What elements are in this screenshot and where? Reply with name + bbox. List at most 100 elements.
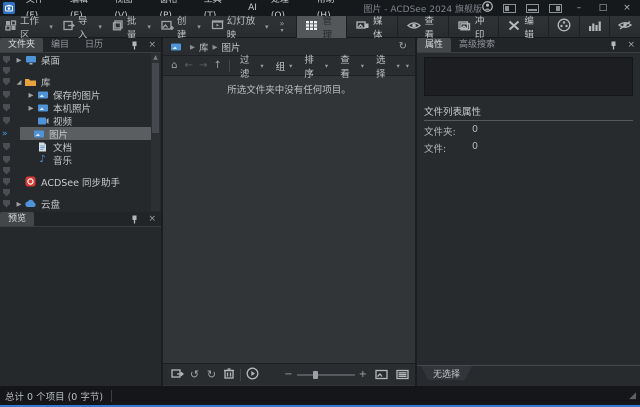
tab-edit-label: 编辑 [524,13,539,41]
expander-icon[interactable]: ◢ [14,78,24,86]
pin-icon[interactable] [605,38,622,52]
expander-icon[interactable]: ▶ [26,91,36,99]
import-button[interactable]: 导入 ▾ [58,16,107,38]
minimize-button[interactable]: – [572,3,586,13]
scroll-up-icon[interactable]: ▲ [151,53,160,62]
breadcrumb-library[interactable]: 库 [199,40,209,54]
app-icon[interactable] [3,2,15,14]
tab-calendar[interactable]: 日历 [77,38,111,52]
tree-row-saved-pictures[interactable]: ▶ 保存的图片 [0,88,161,101]
chevron-down-icon: ▾ [197,23,201,31]
tree-row-cloud-drive[interactable]: ▶ 云盘 [0,197,161,210]
zoom-in-icon[interactable]: + [359,369,367,380]
import-label: 导入 [78,13,94,41]
tree-row-pictures[interactable]: » 图片 [0,127,161,140]
easy-select-marker[interactable] [3,67,10,75]
scrollbar-thumb[interactable] [152,63,159,133]
group-menu[interactable]: 组▾ [270,59,299,73]
home-icon[interactable]: ⌂ [167,60,181,71]
zoom-slider-thumb[interactable] [313,371,318,379]
photos-365-button[interactable] [609,16,640,38]
tree-row-local-photos[interactable]: ▶ 本机照片 [0,101,161,114]
tab-preview[interactable]: 预览 [0,212,34,226]
easy-select-marker[interactable] [3,56,10,64]
film-reel-button[interactable] [548,16,579,38]
back-icon[interactable]: ← [181,60,195,71]
close-button[interactable]: × [620,3,634,13]
batch-button[interactable]: 批量 ▾ [107,16,156,38]
pin-icon[interactable] [126,38,143,52]
rotate-right-icon[interactable]: ↻ [203,368,220,381]
resize-grip[interactable]: ◢ [629,391,635,401]
easy-select-marker[interactable] [3,143,10,151]
batch-label: 批量 [127,13,143,41]
tab-media[interactable]: 媒体 [346,16,396,38]
forward-icon[interactable]: → [196,60,210,71]
properties-panel: 属性 高级搜索 × 文件列表属性 文件夹: 0 文件: 0 无选择 [417,38,640,386]
file-list-area[interactable]: 所选文件夹中没有任何项目。 [163,76,415,363]
tab-print-label: 冲印 [475,13,489,41]
slideshow-button[interactable]: 幻灯放映 ▾ [206,16,274,38]
tab-advanced-search[interactable]: 高级搜索 [451,38,503,52]
tree-row-desktop[interactable]: ▶ 桌面 [0,53,161,66]
share-icon[interactable] [169,368,186,382]
expander-icon[interactable]: ▶ [26,104,36,112]
tree-row-documents[interactable]: 文档 [0,140,161,153]
details-view-icon[interactable] [396,365,409,384]
tab-folders[interactable]: 文件夹 [0,38,43,52]
auto-advance-icon[interactable] [244,367,261,383]
tree-row-music[interactable]: ♪ 音乐 [0,153,161,166]
maximize-button[interactable]: □ [596,3,610,13]
tree-label: 桌面 [41,53,60,67]
up-icon[interactable]: ↑ [210,60,224,71]
media-icon [356,20,369,34]
tree-label: 文档 [53,140,72,154]
easy-select-marker[interactable] [3,156,10,164]
chevron-down-icon[interactable]: ▾ [406,62,411,70]
tree-row-library[interactable]: ◢ 库 [0,75,161,88]
tab-view[interactable]: 查看 [397,16,448,38]
expander-icon[interactable]: ▶ [14,200,24,208]
tree-scrollbar[interactable]: ▲ [151,53,160,211]
thumbnail-view-icon[interactable] [375,365,388,384]
status-summary: 总计 0 个项目 (0 字节) [5,389,103,403]
easy-select-marker[interactable] [3,200,10,208]
easy-select-marker[interactable] [3,178,10,186]
layout-right-pane-icon[interactable] [549,4,562,13]
close-icon[interactable]: × [622,38,640,52]
easy-select-marker-active[interactable]: » [2,130,12,138]
toolbar-overflow-button[interactable]: » ▾ [274,20,291,34]
easy-select-marker[interactable] [3,91,10,99]
workspace-button[interactable]: 工作区 ▾ [0,16,58,38]
easy-select-marker[interactable] [3,167,10,175]
tab-edit[interactable]: 编辑 [498,16,548,38]
pin-icon[interactable] [126,212,143,226]
tab-print[interactable]: 冲印 [448,16,498,38]
no-selection-tab[interactable]: 无选择 [421,366,472,380]
easy-select-marker[interactable] [3,78,10,86]
expander-icon[interactable]: ▶ [14,56,24,64]
easy-select-marker[interactable] [3,117,10,125]
zoom-out-icon[interactable]: − [284,369,292,380]
close-icon[interactable]: × [143,38,161,52]
easy-select-marker[interactable] [3,189,10,197]
rotate-left-icon[interactable]: ↺ [186,368,203,381]
easy-select-marker[interactable] [3,104,10,112]
chevron-right-icon: ▶ [209,43,222,51]
create-button[interactable]: 创建 ▾ [156,16,206,38]
close-icon[interactable]: × [143,212,161,226]
refresh-icon[interactable]: ↻ [399,41,411,52]
tree-row-videos[interactable]: 视频 [0,114,161,127]
tab-catalog[interactable]: 编目 [43,38,77,52]
import-icon [63,20,75,34]
tab-manage[interactable]: 管理 [296,16,346,38]
layout-bottom-pane-icon[interactable] [526,4,539,13]
delete-icon[interactable] [220,368,237,382]
dashboard-button[interactable] [579,16,609,38]
layout-left-pane-icon[interactable] [503,4,516,13]
tab-properties[interactable]: 属性 [417,38,451,52]
print-icon [458,20,471,34]
empty-folder-message: 所选文件夹中没有任何项目。 [163,76,415,96]
tree-row-sync-assistant[interactable]: ACDSee 同步助手 [0,175,161,188]
zoom-slider[interactable] [297,374,355,376]
